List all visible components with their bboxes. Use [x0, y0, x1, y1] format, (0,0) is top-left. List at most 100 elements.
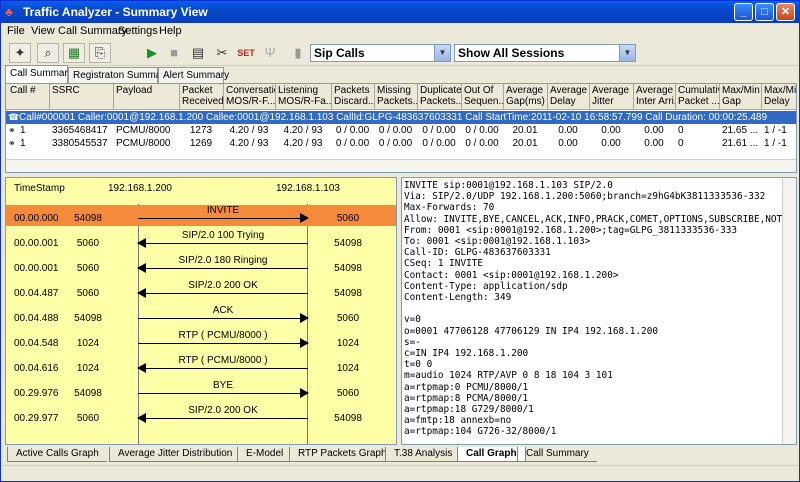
vertical-scrollbar[interactable] [782, 178, 796, 444]
message-timestamp: 00.29.977 [14, 413, 59, 424]
tab-average-jitter[interactable]: Average Jitter Distribution [109, 447, 241, 462]
tab-call-summary-bottom[interactable]: Call Summary [517, 447, 597, 462]
column-header[interactable]: Max/MinDelay [762, 84, 796, 110]
sip-message-panel[interactable]: INVITE sip:0001@192.168.1.103 SIP/2.0 Vi… [401, 177, 797, 445]
close-button[interactable]: ✕ [776, 3, 795, 21]
tab-e-model[interactable]: E-Model [237, 447, 292, 462]
column-header[interactable]: Max/Min Gap [720, 84, 762, 110]
search-icon[interactable]: ⌕ [37, 43, 59, 63]
column-header[interactable]: Payload [114, 84, 180, 110]
left-port: 5060 [76, 263, 100, 274]
table-cell: 4.20 / 93 [283, 125, 323, 136]
column-header[interactable]: Out Of Sequen... [462, 84, 504, 110]
table-cell: 0 / 0.00 [465, 125, 499, 136]
table-cell: 21.65 ... [722, 125, 759, 136]
message-row[interactable]: 00.00.001 5060 54098 SIP/2.0 180 Ringing [6, 255, 396, 276]
message-row[interactable]: 00.04.616 1024 1024 RTP ( PCMU/8000 ) [6, 355, 396, 376]
column-header[interactable]: Call # [8, 84, 50, 110]
timestamp-header: TimeStamp [14, 183, 65, 194]
column-header[interactable]: Average Delay [548, 84, 590, 110]
message-arrow-line [138, 343, 308, 344]
column-header[interactable]: SSRC [50, 84, 114, 110]
set-icon[interactable]: SET [235, 43, 257, 63]
table-cell: 4.20 / 93 [283, 138, 323, 149]
message-timestamp: 00.04.548 [14, 338, 59, 349]
chevron-down-icon[interactable]: ▼ [619, 45, 635, 61]
bottom-tabs: Active Calls Graph Average Jitter Distri… [5, 447, 797, 463]
column-header[interactable]: Average Jitter [590, 84, 634, 110]
column-header[interactable]: Conversatio MOS/R-F... [224, 84, 276, 110]
column-header[interactable]: Duplicate Packets... [418, 84, 462, 110]
message-row[interactable]: 00.29.976 54098 5060 BYE [6, 380, 396, 401]
tab-active-calls-graph[interactable]: Active Calls Graph [7, 447, 107, 462]
tab-call-graph[interactable]: Call Graph [457, 447, 526, 462]
menu-call-summary[interactable]: Call Summary [58, 25, 127, 37]
tab-rtp-packets-graph[interactable]: RTP Packets Graph [289, 447, 395, 462]
table-row[interactable]: 1 3380545537 PCMU/8000 1269 4.20 / 93 4.20 / … [6, 137, 796, 150]
call-filter-value: Sip Calls [314, 46, 365, 60]
left-ip-header: 192.168.1.200 [108, 183, 172, 194]
arrow-left-icon [137, 363, 146, 373]
table-row[interactable]: 1 3365468417 PCMU/8000 1273 4.20 / 93 4.20 / … [6, 124, 796, 137]
arrow-left-icon [137, 413, 146, 423]
filter-icon[interactable]: ▮ [287, 43, 309, 63]
clear-icon[interactable]: ✂ [211, 43, 233, 63]
minimize-button[interactable]: _ [734, 3, 753, 21]
title-bar[interactable]: ♣ Traffic Analyzer - Summary View _ □ ✕ [1, 1, 799, 23]
column-header[interactable]: Cumulativ Packet ... [676, 84, 720, 110]
status-bar [1, 465, 799, 481]
menu-settings[interactable]: Settings [118, 25, 158, 37]
message-row[interactable]: 00.00.000 54098 5060 INVITE [6, 205, 396, 226]
horizontal-scrollbar[interactable] [6, 159, 796, 172]
table-cell: 1 [20, 125, 26, 136]
table-cell: PCMU/8000 [116, 138, 171, 149]
table-cell: 0 / 0.00 [422, 125, 456, 136]
message-row[interactable]: 00.04.487 5060 54098 SIP/2.0 200 OK [6, 280, 396, 301]
message-row[interactable]: 00.04.488 54098 5060 ACK [6, 305, 396, 326]
column-header[interactable]: AverageInter Arri... [634, 84, 676, 110]
arrow-right-icon [300, 313, 309, 323]
left-port: 5060 [76, 238, 100, 249]
left-port: 54098 [74, 213, 102, 224]
grid-header: Call # SSRC Payload Packet Received Conversat… [6, 84, 796, 110]
tab-alert-summary[interactable]: Alert Summary [158, 67, 229, 83]
menu-bar: File View Call Summary Settings Help [1, 23, 799, 39]
export-icon[interactable]: ⎘ [89, 43, 111, 63]
right-port: 5060 [336, 213, 360, 224]
chevron-down-icon[interactable]: ▼ [434, 45, 450, 61]
session-filter-select[interactable]: Show All Sessions ▼ [454, 44, 636, 62]
call-row[interactable]: ☎ Call#000001 Caller:0001@192.168.1.200 … [6, 111, 796, 124]
column-header[interactable]: Listening MOS/R-Fa... [276, 84, 332, 110]
arrow-right-icon [300, 213, 309, 223]
tab-t38-analysis[interactable]: T.38 Analysis [385, 447, 461, 462]
message-arrow-line [138, 393, 308, 394]
menu-view[interactable]: View [31, 25, 55, 37]
message-label: SIP/2.0 200 OK [188, 405, 258, 416]
column-header[interactable]: Missing Packets... [375, 84, 418, 110]
left-port: 5060 [76, 288, 100, 299]
message-timestamp: 00.00.001 [14, 238, 59, 249]
call-graph-panel: TimeStamp 192.168.1.200 192.168.1.103 00… [5, 177, 397, 445]
message-arrow-line [138, 218, 308, 219]
stop-icon[interactable]: ■ [163, 43, 185, 63]
maximize-button[interactable]: □ [755, 3, 774, 21]
play-icon[interactable]: ▶ [141, 43, 163, 63]
message-row[interactable]: 00.04.548 1024 1024 RTP ( PCMU/8000 ) [6, 330, 396, 351]
capture-icon[interactable]: ▦ [63, 43, 85, 63]
tab-call-summary[interactable]: Call Summary [5, 65, 73, 83]
antenna-icon[interactable]: Ψ [259, 43, 281, 63]
tab-registration-summary[interactable]: Registraton Summary [68, 67, 170, 83]
table-cell: 1273 [189, 125, 213, 136]
message-row[interactable]: 00.29.977 5060 54098 SIP/2.0 200 OK [6, 405, 396, 426]
column-header[interactable]: Average Gap(ms) [504, 84, 548, 110]
report-icon[interactable]: ▤ [187, 43, 209, 63]
settings-wand-icon[interactable]: ✦ [9, 43, 31, 63]
menu-file[interactable]: File [7, 25, 25, 37]
call-summary-grid: Call # SSRC Payload Packet Received Conversat… [5, 83, 797, 173]
menu-help[interactable]: Help [159, 25, 182, 37]
call-filter-select[interactable]: Sip Calls ▼ [310, 44, 451, 62]
right-port: 5060 [336, 388, 360, 399]
message-row[interactable]: 00.00.001 5060 54098 SIP/2.0 100 Trying [6, 230, 396, 251]
column-header[interactable]: Packets Discard... [332, 84, 375, 110]
column-header[interactable]: Packet Received [180, 84, 224, 110]
